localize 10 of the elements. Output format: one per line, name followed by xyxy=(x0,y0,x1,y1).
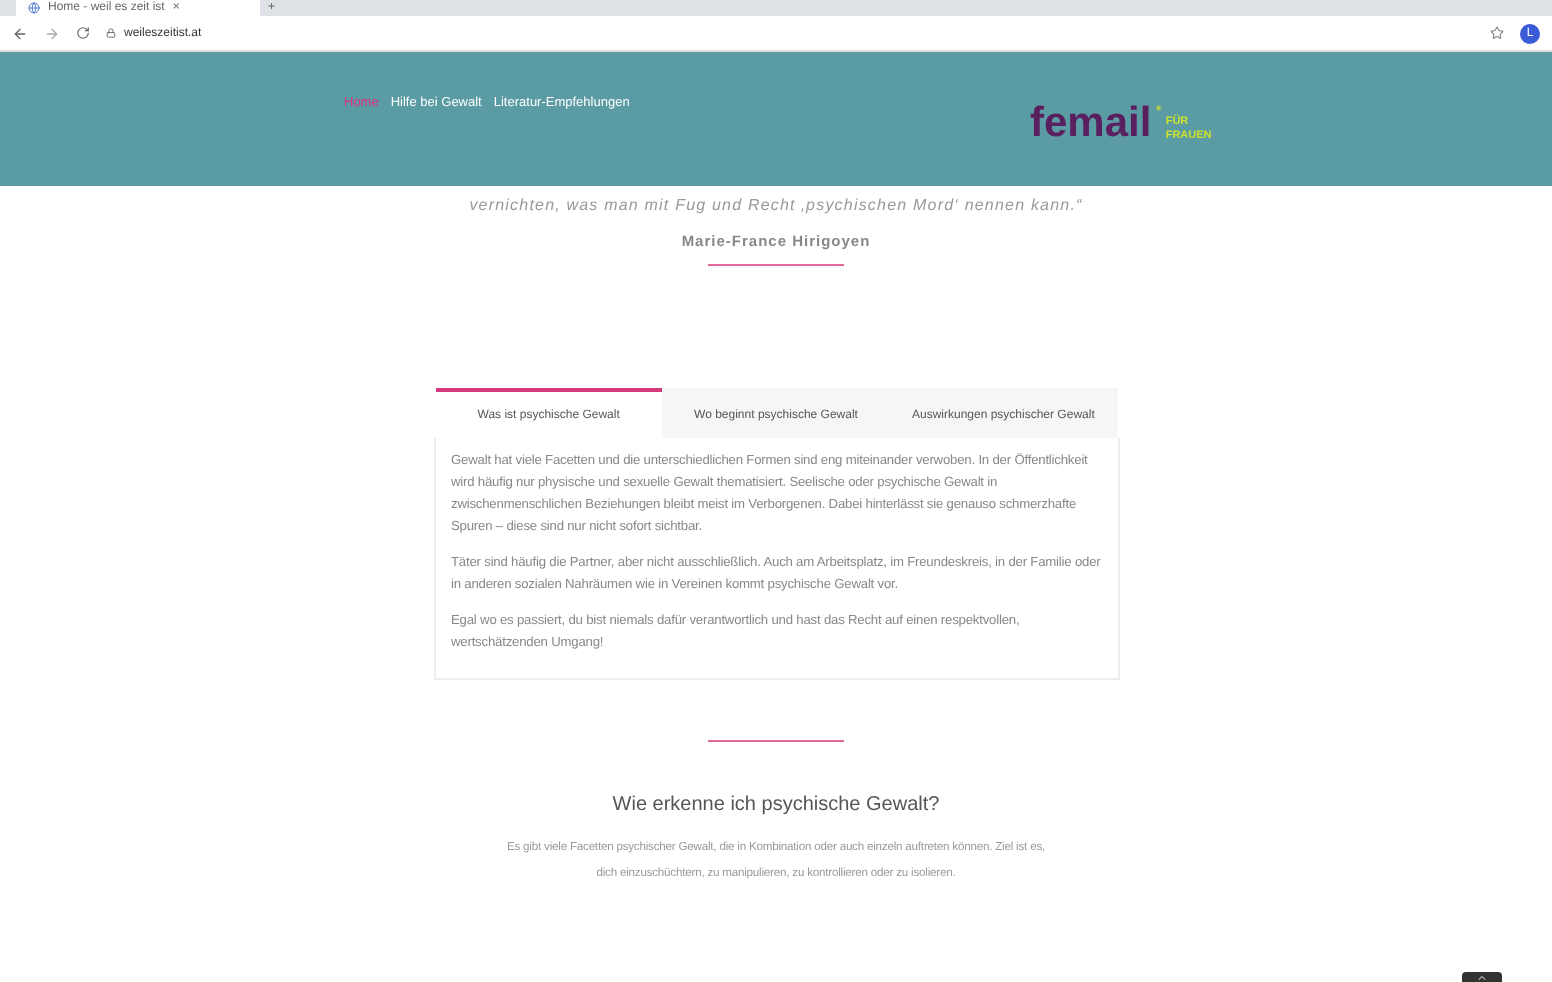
reload-icon[interactable] xyxy=(76,26,90,40)
logo-asterisk: * xyxy=(1155,104,1162,120)
back-icon[interactable] xyxy=(12,25,28,41)
quote-text: vernichten, was man mit Fug und Recht ‚psychischen Mord‘ nennen kann.“ xyxy=(469,196,1083,214)
globe-icon xyxy=(28,2,40,14)
logo-wordmark[interactable]: femail xyxy=(1030,104,1152,144)
lock-icon xyxy=(106,28,116,38)
section-heading: Wie erkenne ich psychische Gewalt? xyxy=(612,794,940,816)
chevron-up-icon xyxy=(1476,972,1488,982)
bookmark-star-icon[interactable] xyxy=(1490,26,1504,40)
